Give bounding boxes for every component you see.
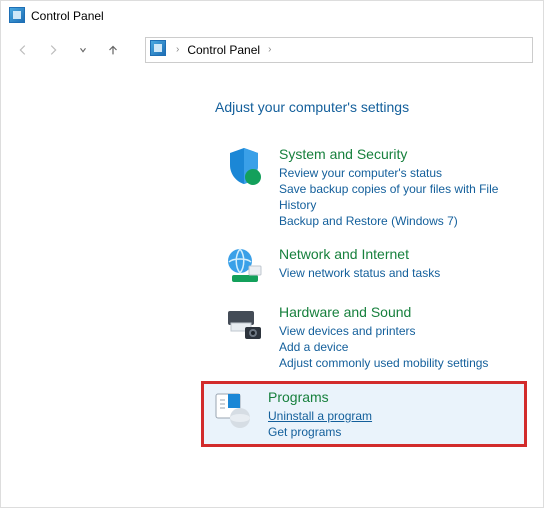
navbar: › Control Panel › bbox=[1, 31, 543, 69]
forward-button[interactable] bbox=[41, 36, 65, 64]
category-programs: Programs Uninstall a program Get program… bbox=[212, 388, 518, 440]
recent-locations-dropdown[interactable] bbox=[71, 36, 95, 64]
globe-network-icon bbox=[223, 245, 265, 287]
category-programs-highlighted: Programs Uninstall a program Get program… bbox=[201, 381, 527, 447]
link-uninstall-program[interactable]: Uninstall a program bbox=[268, 408, 372, 424]
category-title[interactable]: System and Security bbox=[279, 145, 525, 163]
control-panel-icon bbox=[150, 40, 166, 59]
content-area: Adjust your computer's settings System a… bbox=[1, 69, 543, 457]
printer-camera-icon bbox=[223, 303, 265, 345]
programs-icon bbox=[212, 388, 254, 430]
window-title: Control Panel bbox=[31, 9, 104, 23]
category-title[interactable]: Network and Internet bbox=[279, 245, 440, 263]
category-title[interactable]: Programs bbox=[268, 388, 372, 406]
category-hardware-sound: Hardware and Sound View devices and prin… bbox=[215, 297, 533, 381]
chevron-right-icon: › bbox=[268, 44, 271, 55]
category-system-security: System and Security Review your computer… bbox=[215, 139, 533, 239]
category-list: System and Security Review your computer… bbox=[215, 139, 533, 447]
breadcrumb-item[interactable]: Control Panel bbox=[187, 43, 260, 57]
link-backup-restore[interactable]: Backup and Restore (Windows 7) bbox=[279, 213, 525, 229]
chevron-right-icon: › bbox=[176, 44, 179, 55]
link-add-device[interactable]: Add a device bbox=[279, 339, 488, 355]
link-network-status[interactable]: View network status and tasks bbox=[279, 265, 440, 281]
category-title[interactable]: Hardware and Sound bbox=[279, 303, 488, 321]
up-button[interactable] bbox=[101, 36, 125, 64]
link-file-history[interactable]: Save backup copies of your files with Fi… bbox=[279, 181, 525, 213]
page-title: Adjust your computer's settings bbox=[215, 99, 533, 115]
link-devices-printers[interactable]: View devices and printers bbox=[279, 323, 488, 339]
link-mobility-settings[interactable]: Adjust commonly used mobility settings bbox=[279, 355, 488, 371]
category-network-internet: Network and Internet View network status… bbox=[215, 239, 533, 297]
breadcrumb[interactable]: › Control Panel › bbox=[145, 37, 533, 63]
link-review-status[interactable]: Review your computer's status bbox=[279, 165, 525, 181]
titlebar: Control Panel bbox=[1, 1, 543, 31]
link-get-programs[interactable]: Get programs bbox=[268, 424, 372, 440]
control-panel-icon bbox=[9, 7, 25, 26]
back-button[interactable] bbox=[11, 36, 35, 64]
shield-icon bbox=[223, 145, 265, 187]
